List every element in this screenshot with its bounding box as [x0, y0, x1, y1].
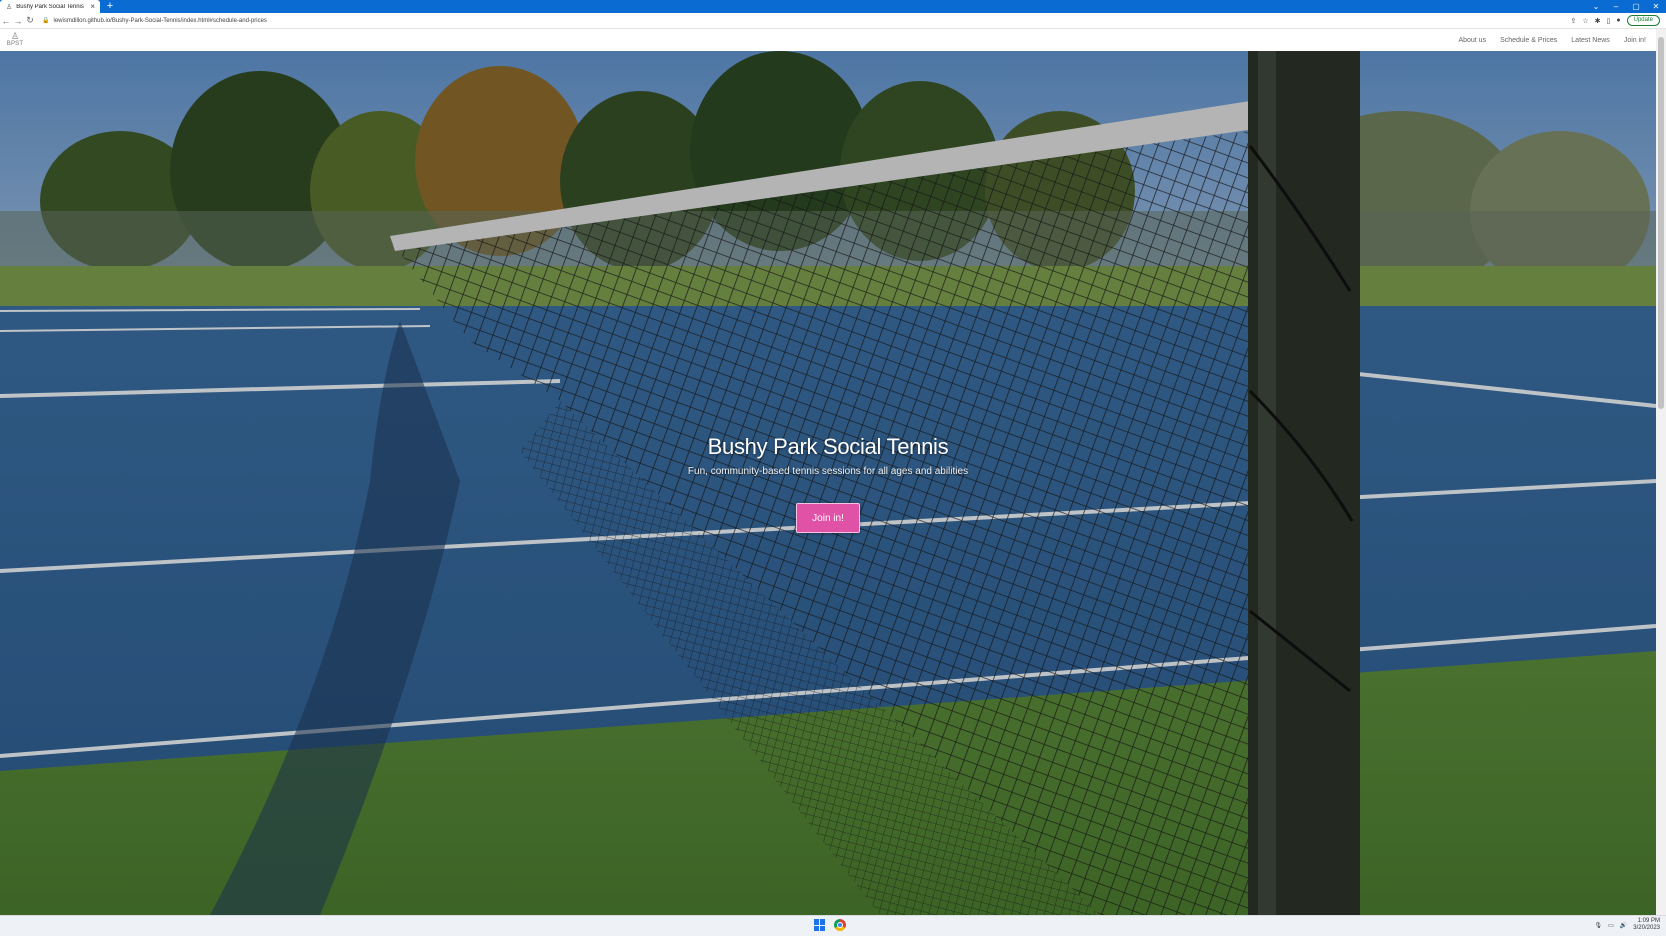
- windows-start-icon[interactable]: [814, 919, 826, 931]
- browser-toolbar: ← → ↻ 🔒 lewismdillon.github.io/Bushy-Par…: [0, 13, 1666, 29]
- clock-date: 3/20/2023: [1633, 925, 1660, 931]
- hero-content: Bushy Park Social Tennis Fun, community-…: [0, 51, 1656, 915]
- hero-section: Bushy Park Social Tennis Fun, community-…: [0, 51, 1656, 915]
- nav-links: About us Schedule & Prices Latest News J…: [1458, 37, 1656, 44]
- brand-text: BPST: [6, 41, 24, 47]
- reload-icon[interactable]: ↻: [24, 15, 36, 26]
- url-text[interactable]: lewismdillon.github.io/Bushy-Park-Social…: [53, 18, 266, 24]
- hero-title: Bushy Park Social Tennis: [707, 434, 949, 459]
- join-in-button[interactable]: Join in!: [796, 503, 860, 533]
- microphone-icon[interactable]: 🎙: [1595, 922, 1603, 929]
- side-panel-icon[interactable]: ▯: [1607, 17, 1611, 25]
- site-navbar: ♙ BPST About us Schedule & Prices Latest…: [0, 29, 1656, 51]
- windows-taskbar: 🎙 ▭ 🔊 1:09 PM 3/20/2023: [0, 915, 1666, 936]
- tennis-favicon-icon: ♙: [6, 3, 13, 11]
- profile-icon[interactable]: ●: [1616, 17, 1620, 24]
- chevron-down-icon[interactable]: ⌄: [1586, 0, 1606, 13]
- chrome-taskbar-icon[interactable]: [834, 919, 846, 931]
- site-logo[interactable]: ♙ BPST: [0, 29, 30, 51]
- nav-link-schedule-prices[interactable]: Schedule & Prices: [1500, 37, 1557, 44]
- lock-icon[interactable]: 🔒: [42, 17, 49, 24]
- network-icon[interactable]: ▭: [1608, 922, 1614, 929]
- clock-time: 1:09 PM: [1637, 918, 1660, 924]
- new-tab-button[interactable]: +: [102, 0, 118, 13]
- tab-title: Bushy Park Social Tennis: [16, 3, 84, 10]
- browser-tab-strip: ♙ Bushy Park Social Tennis × + ⌄ – ▢ ✕: [0, 0, 1666, 13]
- scrollbar-thumb[interactable]: [1658, 37, 1664, 409]
- system-tray: 🎙 ▭ 🔊 1:09 PM 3/20/2023: [1595, 918, 1660, 932]
- browser-tab[interactable]: ♙ Bushy Park Social Tennis ×: [0, 0, 100, 13]
- bookmark-star-icon[interactable]: ☆: [1582, 17, 1588, 25]
- close-tab-icon[interactable]: ×: [90, 2, 95, 11]
- nav-link-about[interactable]: About us: [1458, 37, 1486, 44]
- volume-icon[interactable]: 🔊: [1620, 922, 1627, 929]
- update-button[interactable]: Update: [1626, 15, 1660, 26]
- nav-link-latest-news[interactable]: Latest News: [1571, 37, 1610, 44]
- back-icon[interactable]: ←: [0, 16, 12, 26]
- close-window-icon[interactable]: ✕: [1646, 0, 1666, 13]
- clock[interactable]: 1:09 PM 3/20/2023: [1633, 918, 1660, 932]
- page-scrollbar[interactable]: [1656, 29, 1666, 915]
- hero-subtitle: Fun, community-based tennis sessions for…: [687, 466, 969, 477]
- forward-icon[interactable]: →: [12, 16, 24, 26]
- tennis-player-icon: ♙: [10, 31, 20, 41]
- nav-link-join[interactable]: Join in!: [1624, 37, 1646, 44]
- maximize-icon[interactable]: ▢: [1626, 0, 1646, 13]
- extensions-icon[interactable]: ✱: [1595, 17, 1601, 25]
- window-controls: ⌄ – ▢ ✕: [1586, 0, 1666, 13]
- address-bar[interactable]: 🔒 lewismdillon.github.io/Bushy-Park-Soci…: [42, 15, 1522, 27]
- share-icon[interactable]: ⇪: [1571, 17, 1577, 25]
- minimize-icon[interactable]: –: [1606, 0, 1626, 13]
